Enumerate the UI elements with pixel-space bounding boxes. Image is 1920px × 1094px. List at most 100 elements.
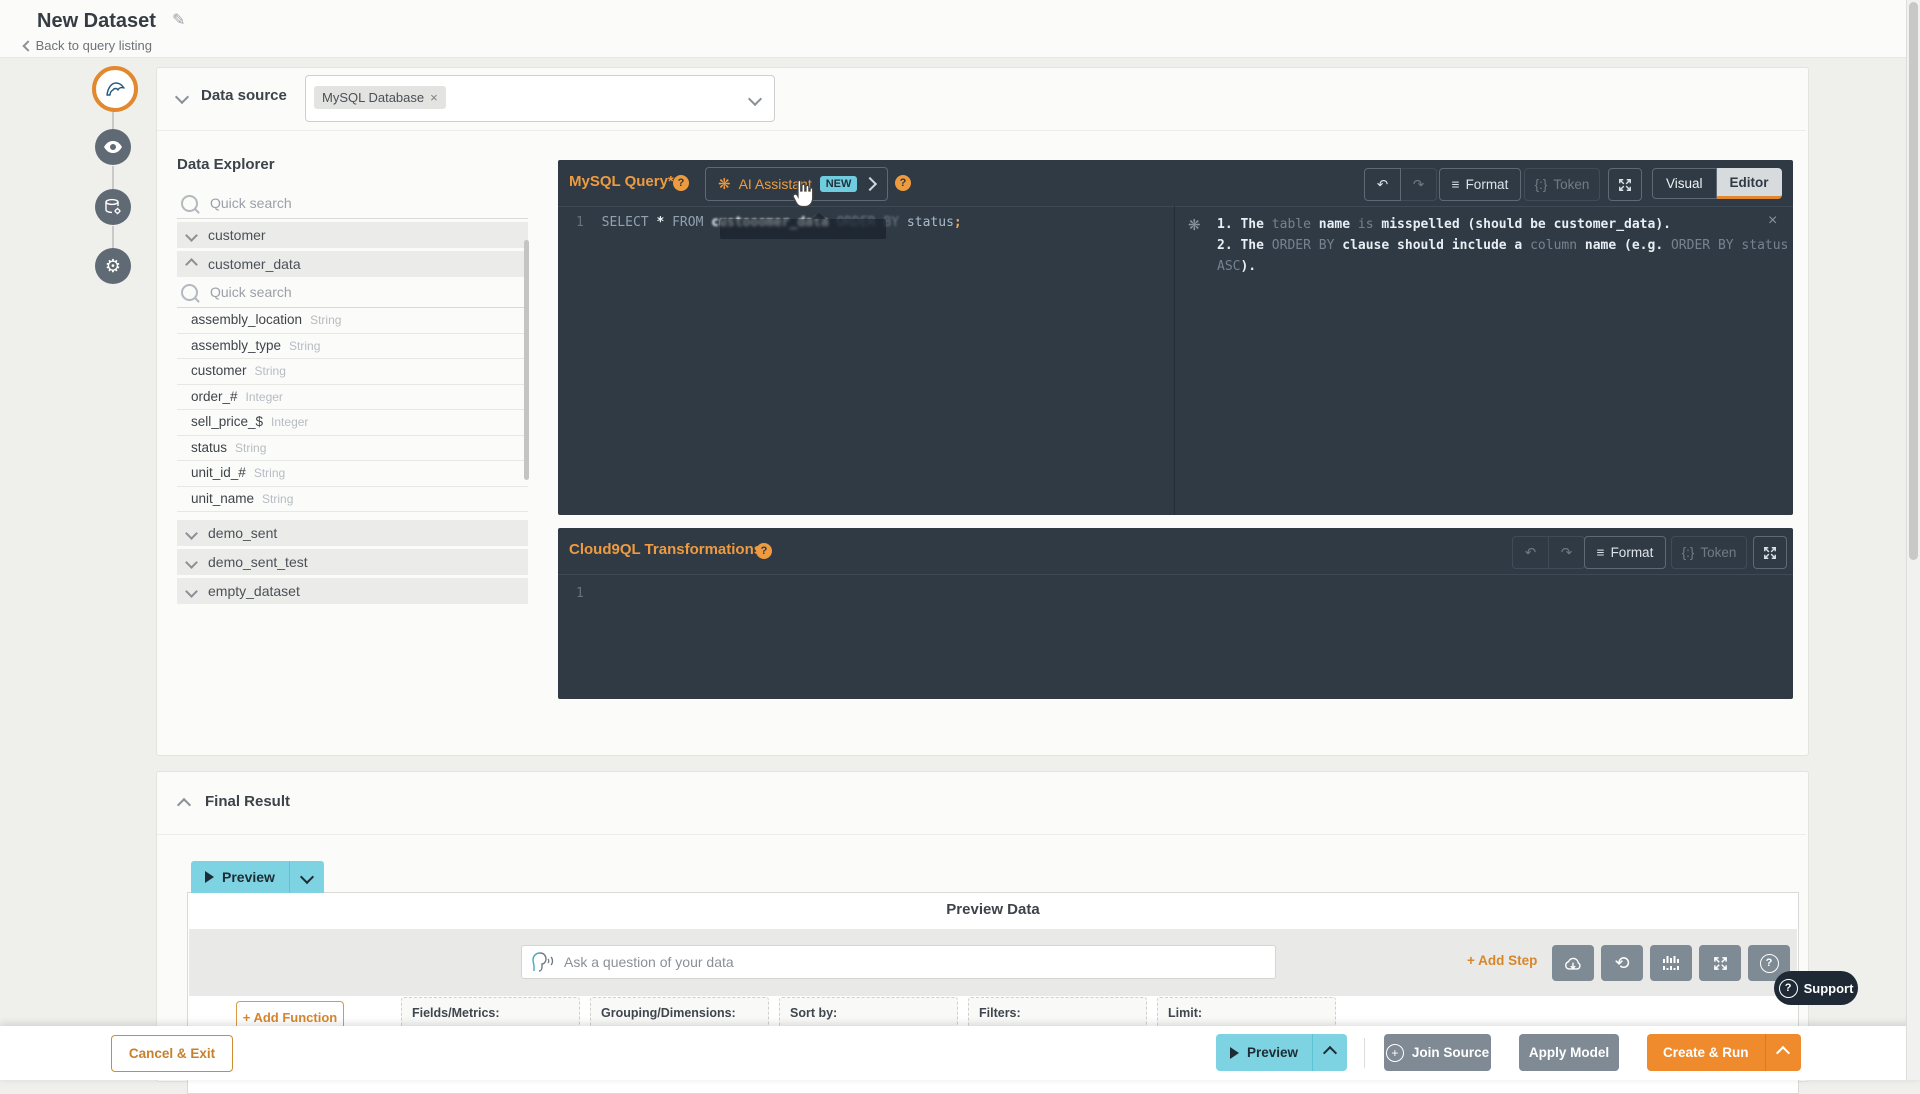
play-icon [1230, 1046, 1239, 1059]
token-icon: {:} [1681, 545, 1695, 560]
redo-button[interactable]: ↷ [1401, 168, 1437, 201]
cloud9ql-panel-header: Cloud9QL Transformations ? ↶ ↷ ≡ Format … [558, 528, 1793, 575]
field-row[interactable]: assembly_location String [177, 308, 528, 334]
question-icon: ? [1759, 953, 1779, 973]
cloud9ql-panel: Cloud9QL Transformations ? ↶ ↷ ≡ Format … [558, 528, 1793, 699]
redo-button[interactable]: ↷ [1549, 536, 1585, 569]
data-source-chip: MySQL Database × [314, 86, 446, 109]
field-row[interactable]: sell_price_$ Integer [177, 410, 528, 436]
preview-data-title: Preview Data [946, 901, 1040, 918]
gear-icon: ⚙ [104, 255, 122, 276]
mysql-query-panel: MySQL Query* ? ❋ AI Assistant NEW ? ↶ ↷ … [558, 160, 1793, 515]
table-row-empty-dataset[interactable]: empty_dataset [177, 578, 528, 604]
back-to-query-listing-link[interactable]: Back to query listing [22, 38, 152, 53]
token-icon: {:} [1534, 177, 1548, 192]
play-icon [205, 871, 214, 883]
help-icon[interactable]: ? [673, 175, 689, 191]
chevron-up-icon [1322, 1045, 1338, 1060]
token-button[interactable]: {:} Token [1524, 168, 1600, 201]
step-visualize-icon[interactable] [95, 129, 131, 165]
format-icon: ≡ [1451, 177, 1460, 192]
page-header: New Dataset ✎ Back to query listing [0, 0, 1920, 58]
table-row-customer[interactable]: customer [177, 222, 528, 248]
token-button[interactable]: {:} Token [1671, 536, 1747, 569]
format-button[interactable]: ≡ Format [1584, 536, 1666, 569]
tooltip-arrow [812, 213, 826, 219]
close-icon[interactable]: × [1768, 212, 1777, 230]
fields-search-input[interactable] [208, 283, 492, 301]
field-row[interactable]: assembly_type String [177, 334, 528, 359]
apply-model-button[interactable]: Apply Model [1519, 1034, 1619, 1071]
format-button[interactable]: ≡ Format [1439, 168, 1521, 201]
ai-suggestions: 1. The table name is misspelled (should … [1217, 214, 1809, 277]
data-explorer-title: Data Explorer [177, 156, 275, 173]
fields-search[interactable] [177, 277, 528, 308]
step-settings-icon[interactable]: ⚙ [95, 248, 131, 284]
undo-button[interactable]: ↶ [1512, 536, 1549, 569]
undo-redo-group: ↶ ↷ [1512, 536, 1585, 569]
chart-view-button[interactable] [1650, 945, 1692, 981]
data-source-label: Data source [201, 87, 287, 104]
join-source-button[interactable]: + Join Source [1384, 1034, 1491, 1071]
fullscreen-button[interactable] [1753, 536, 1787, 569]
ai-highlight-overlay [720, 213, 886, 239]
field-row[interactable]: status String [177, 436, 528, 461]
select-caret-icon [747, 91, 763, 107]
field-row[interactable]: order_# Integer [177, 385, 528, 410]
field-row[interactable]: unit_id_# String [177, 461, 528, 487]
footer-preview-split-button: Preview [1216, 1034, 1348, 1071]
data-source-select[interactable]: MySQL Database × [305, 75, 775, 122]
format-icon: ≡ [1596, 545, 1605, 560]
undo-button[interactable]: ↶ [1364, 168, 1401, 201]
undo-redo-group: ↶ ↷ [1364, 168, 1437, 201]
add-step-button[interactable]: + Add Step [1467, 953, 1537, 968]
create-run-button[interactable]: Create & Run [1647, 1034, 1765, 1071]
page-title: New Dataset [37, 10, 156, 32]
divider [1364, 1038, 1365, 1068]
help-icon[interactable]: ? [756, 543, 772, 559]
step-mysql-source-icon[interactable] [92, 66, 138, 112]
histogram-icon [1663, 956, 1679, 970]
download-cloud-button[interactable] [1552, 945, 1594, 981]
ai-assistant-button[interactable]: ❋ AI Assistant NEW [705, 167, 889, 201]
visual-tab[interactable]: Visual [1652, 168, 1717, 199]
edit-title-icon[interactable]: ✎ [172, 10, 185, 30]
openai-icon: ❋ [718, 176, 731, 193]
sql-code-area[interactable]: 1 SELECT * FROM custooomer_data ORDER BY… [576, 213, 1163, 239]
explorer-search-input[interactable] [208, 194, 492, 212]
data-source-collapse-icon[interactable] [174, 89, 190, 105]
refresh-button[interactable]: ⟲ [1601, 945, 1643, 981]
table-row-demo-sent-test[interactable]: demo_sent_test [177, 549, 528, 575]
table-row-demo-sent[interactable]: demo_sent [177, 520, 528, 546]
support-button[interactable]: ? Support [1774, 971, 1858, 1005]
editor-tab[interactable]: Editor [1716, 168, 1782, 199]
explorer-scrollbar-thumb[interactable] [524, 240, 529, 480]
chevron-down-icon [185, 584, 198, 598]
query-builder-card: Data source MySQL Database × Data Explore… [156, 67, 1809, 756]
fullscreen-button[interactable] [1699, 945, 1741, 981]
table-row-customer-data[interactable]: customer_data [177, 251, 528, 277]
explorer-search[interactable] [177, 188, 528, 219]
cancel-exit-button[interactable]: Cancel & Exit [111, 1035, 233, 1072]
final-result-collapse-icon[interactable] [176, 797, 192, 813]
mysql-dolphin-icon [106, 82, 125, 96]
preview-button[interactable]: Preview [191, 861, 289, 893]
chevron-down-icon [185, 526, 198, 540]
page-scrollbar-thumb[interactable] [1909, 2, 1918, 560]
chip-remove-icon[interactable]: × [430, 90, 438, 105]
create-run-collapse-button[interactable] [1764, 1034, 1801, 1071]
help-icon[interactable]: ? [895, 175, 911, 191]
step-dataset-settings-icon[interactable] [95, 189, 131, 225]
ask-question-input[interactable] [562, 953, 1275, 971]
footer-preview-button[interactable]: Preview [1216, 1034, 1313, 1071]
field-row[interactable]: unit_name String [177, 487, 528, 512]
footer-preview-collapse-button[interactable] [1312, 1034, 1348, 1071]
field-row[interactable]: customer String [177, 359, 528, 385]
fullscreen-button[interactable] [1608, 168, 1642, 201]
preview-dropdown-button[interactable] [288, 861, 324, 893]
page-scrollbar[interactable] [1906, 0, 1920, 1080]
mysql-query-title: MySQL Query* [569, 173, 674, 190]
ask-question-box [521, 945, 1276, 979]
cloud9ql-code-area[interactable]: 1 [576, 586, 584, 601]
chevron-up-icon [1775, 1045, 1791, 1060]
